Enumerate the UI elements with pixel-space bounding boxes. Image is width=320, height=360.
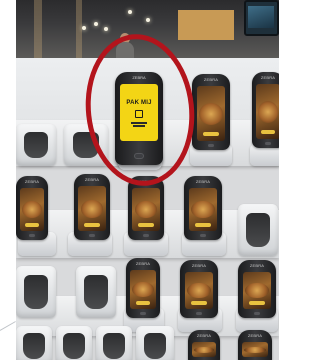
handheld-scanner: ZEBRA bbox=[126, 258, 160, 318]
ceiling-light bbox=[104, 27, 108, 31]
store-sign bbox=[178, 10, 234, 40]
ceiling-light bbox=[146, 18, 150, 22]
scanner-brand: ZEBRA bbox=[24, 179, 40, 184]
empty-cradle bbox=[136, 326, 174, 360]
scanner-brand: ZEBRA bbox=[260, 75, 276, 80]
scanner-brand: ZEBRA bbox=[135, 261, 151, 266]
handheld-scanner: ZEBRA bbox=[188, 330, 220, 360]
handheld-scanner: ZEBRA bbox=[74, 174, 110, 240]
scanner-brand: ZEBRA bbox=[249, 263, 265, 268]
empty-cradle bbox=[56, 326, 92, 360]
empty-cradle bbox=[16, 266, 56, 318]
empty-cradle bbox=[96, 326, 132, 360]
ceiling-beam bbox=[76, 0, 82, 58]
handheld-scanner: ZEBRA bbox=[238, 260, 276, 318]
ceiling-beam bbox=[34, 0, 42, 58]
empty-cradle bbox=[238, 204, 278, 256]
scanner-brand: ZEBRA bbox=[195, 179, 211, 184]
page-edge-line bbox=[0, 321, 16, 331]
handheld-scanner: ZEBRA bbox=[192, 74, 230, 150]
ceiling-light bbox=[128, 10, 132, 14]
scanner-brand: ZEBRA bbox=[84, 177, 100, 182]
ceiling-light bbox=[94, 22, 98, 26]
handheld-scanner: ZEBRA bbox=[238, 330, 272, 360]
empty-cradle bbox=[16, 124, 56, 166]
handheld-scanner: ZEBRA bbox=[16, 176, 48, 240]
scanner-brand: ZEBRA bbox=[247, 333, 263, 338]
ceiling-light bbox=[82, 26, 86, 30]
scanner-brand: ZEBRA bbox=[191, 263, 207, 268]
empty-cradle bbox=[16, 326, 52, 360]
scanner-brand: ZEBRA bbox=[196, 333, 212, 338]
wall-display-screen bbox=[248, 6, 274, 28]
handheld-scanner: ZEBRA bbox=[252, 72, 279, 148]
empty-cradle bbox=[76, 266, 116, 318]
handheld-scanner: ZEBRA bbox=[184, 176, 222, 240]
handheld-scanner: ZEBRA bbox=[180, 260, 218, 318]
scanner-brand: ZEBRA bbox=[203, 77, 219, 82]
store-photo: ZEBRA ZEBRA ZEBRA PAK MIJ ZEBRA ZEBRA ZE… bbox=[16, 0, 279, 360]
